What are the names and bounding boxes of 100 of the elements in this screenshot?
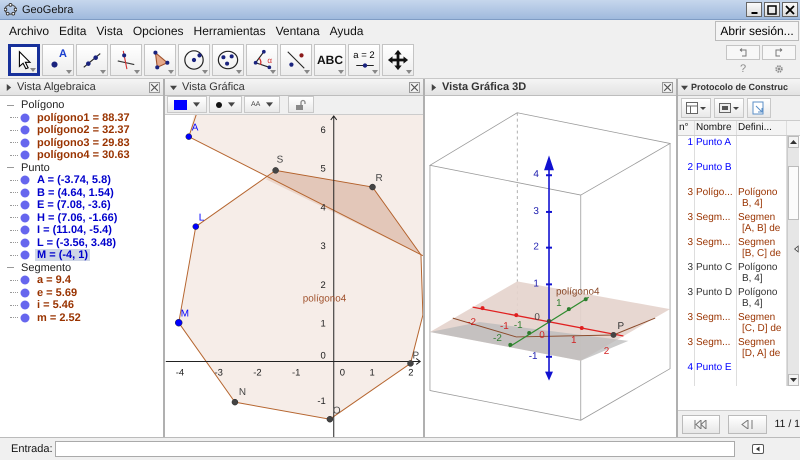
tool-button[interactable]: a = 2: [348, 44, 380, 76]
visibility-dot-icon[interactable]: [20, 275, 30, 286]
point-style-dropdown[interactable]: [209, 96, 242, 113]
point-marker[interactable]: [272, 167, 279, 174]
sign-in-button[interactable]: Abrir sesión...: [715, 21, 799, 41]
tool-button[interactable]: ABC: [314, 44, 346, 76]
visibility-dot-icon[interactable]: [20, 212, 30, 223]
table-cell: 3: [678, 311, 695, 336]
tool-button[interactable]: A: [42, 44, 74, 76]
algebra-entry[interactable]: E = (7.08, -3.6): [35, 199, 113, 212]
collapse-arrow-icon[interactable]: [794, 245, 799, 253]
close-icon[interactable]: [149, 82, 160, 92]
point-label: P: [412, 350, 420, 362]
export-button[interactable]: [747, 98, 771, 118]
expand-triangle-icon[interactable]: [5, 84, 12, 90]
table-cell-text: B, 4]: [741, 273, 764, 284]
menu-item[interactable]: Opciones: [128, 24, 189, 38]
close-icon: [785, 4, 795, 14]
menu-item[interactable]: Edita: [54, 24, 92, 38]
menu-item[interactable]: Ayuda: [324, 24, 368, 38]
visibility-dot-icon[interactable]: [20, 238, 30, 248]
collapse-triangle-icon[interactable]: [681, 84, 688, 90]
algebra-entry[interactable]: A = (-3.74, 5.8): [35, 174, 113, 186]
axis-tick-label: 1: [370, 367, 375, 378]
table-cell-text: B, 4]: [741, 298, 764, 309]
visibility-dot-icon[interactable]: [20, 312, 30, 323]
algebra-entry[interactable]: i = 5.46: [35, 299, 76, 312]
down-arrow-icon[interactable]: [790, 378, 797, 382]
category-label: Polígono: [21, 99, 64, 112]
point-marker[interactable]: [610, 332, 616, 338]
algebra-entry[interactable]: H = (7.06, -1.66): [35, 212, 120, 224]
algebra-entry[interactable]: polígono3 = 29.83: [35, 136, 132, 149]
input-field[interactable]: [54, 441, 735, 457]
menu-item[interactable]: Vista: [91, 24, 128, 38]
visibility-dot-icon[interactable]: [20, 288, 30, 298]
expand-triangle-icon[interactable]: [430, 84, 437, 90]
table-cell-text: B, 4]: [741, 198, 764, 209]
algebra-entry[interactable]: I = (11.04, -5.4): [35, 224, 114, 236]
visibility-dot-icon[interactable]: [20, 250, 30, 260]
algebra-entry[interactable]: e = 5.69: [35, 286, 80, 299]
previous-step-button[interactable]: [728, 414, 766, 434]
visibility-dot-icon[interactable]: [20, 200, 30, 210]
column-header[interactable]: Defini...: [737, 121, 787, 135]
close-button[interactable]: [782, 2, 798, 17]
column-header[interactable]: n°: [678, 121, 695, 135]
point-marker[interactable]: [232, 398, 238, 406]
algebra-entry[interactable]: a = 9.4: [35, 274, 73, 286]
visibility-dot-icon[interactable]: [20, 112, 30, 123]
point-marker[interactable]: [407, 360, 414, 367]
table-cell: Punto B: [695, 161, 737, 186]
scrollbar-thumb[interactable]: [788, 166, 799, 220]
column-header[interactable]: Nombre: [695, 121, 737, 135]
close-icon[interactable]: [409, 82, 420, 92]
algebra-entry[interactable]: polígono2 = 32.37: [35, 124, 132, 136]
menu-item[interactable]: Archivo: [4, 24, 54, 38]
algebra-entry[interactable]: polígono4 = 30.63: [35, 149, 132, 162]
algebra-entry[interactable]: polígono1 = 88.37: [35, 112, 132, 124]
visibility-dot-icon[interactable]: [20, 300, 30, 310]
visibility-dot-icon[interactable]: [20, 225, 30, 236]
scrollbar[interactable]: [787, 136, 799, 386]
algebra-entry[interactable]: B = (4.64, 1.54): [35, 186, 116, 199]
point-label: L: [198, 212, 204, 224]
visibility-dot-icon[interactable]: [20, 138, 30, 148]
options-dropdown[interactable]: [714, 98, 744, 118]
table-cell: Punto D: [695, 286, 737, 311]
visibility-dot-icon[interactable]: [20, 150, 30, 160]
color-dropdown[interactable]: [167, 96, 207, 113]
collapse-triangle-icon[interactable]: [170, 84, 177, 90]
visibility-dot-icon[interactable]: [20, 188, 30, 198]
point-marker[interactable]: [192, 223, 199, 230]
point-marker[interactable]: [369, 184, 376, 190]
settings-icon[interactable]: [774, 64, 784, 74]
axis-tick-label: 1: [533, 278, 539, 290]
menu-item[interactable]: Herramientas: [188, 24, 271, 38]
tool-button[interactable]: [8, 44, 40, 76]
columns-dropdown[interactable]: [681, 98, 711, 118]
undo-button[interactable]: [726, 45, 760, 60]
panel-title: Vista Gráfica 3D: [442, 81, 526, 93]
previous-step-icon: [740, 420, 754, 428]
algebra-entry[interactable]: L = (-3.56, 3.48): [35, 236, 118, 249]
point-marker[interactable]: [175, 318, 182, 326]
redo-icon: [773, 48, 785, 58]
up-arrow-icon[interactable]: [790, 140, 797, 144]
first-step-button[interactable]: [682, 414, 720, 434]
minimize-button[interactable]: [746, 2, 762, 17]
algebra-entry[interactable]: M = (-4, 1): [35, 249, 90, 262]
visibility-dot-icon[interactable]: [20, 175, 30, 186]
menu-item[interactable]: Ventana: [270, 24, 325, 38]
lock-button[interactable]: [288, 96, 314, 113]
axis-tick-label: -1: [500, 321, 509, 332]
keyboard-toggle-icon[interactable]: [752, 444, 764, 454]
algebra-entry[interactable]: m = 2.52: [35, 312, 83, 324]
tool-button[interactable]: α: [246, 44, 278, 76]
redo-button[interactable]: [762, 45, 796, 60]
point-marker[interactable]: [186, 133, 192, 140]
table-cell-text: [A, B] de: [741, 223, 782, 234]
close-icon[interactable]: [662, 82, 673, 92]
point-marker[interactable]: [326, 416, 334, 422]
visibility-dot-icon[interactable]: [20, 125, 30, 136]
maximize-button[interactable]: [764, 2, 780, 17]
